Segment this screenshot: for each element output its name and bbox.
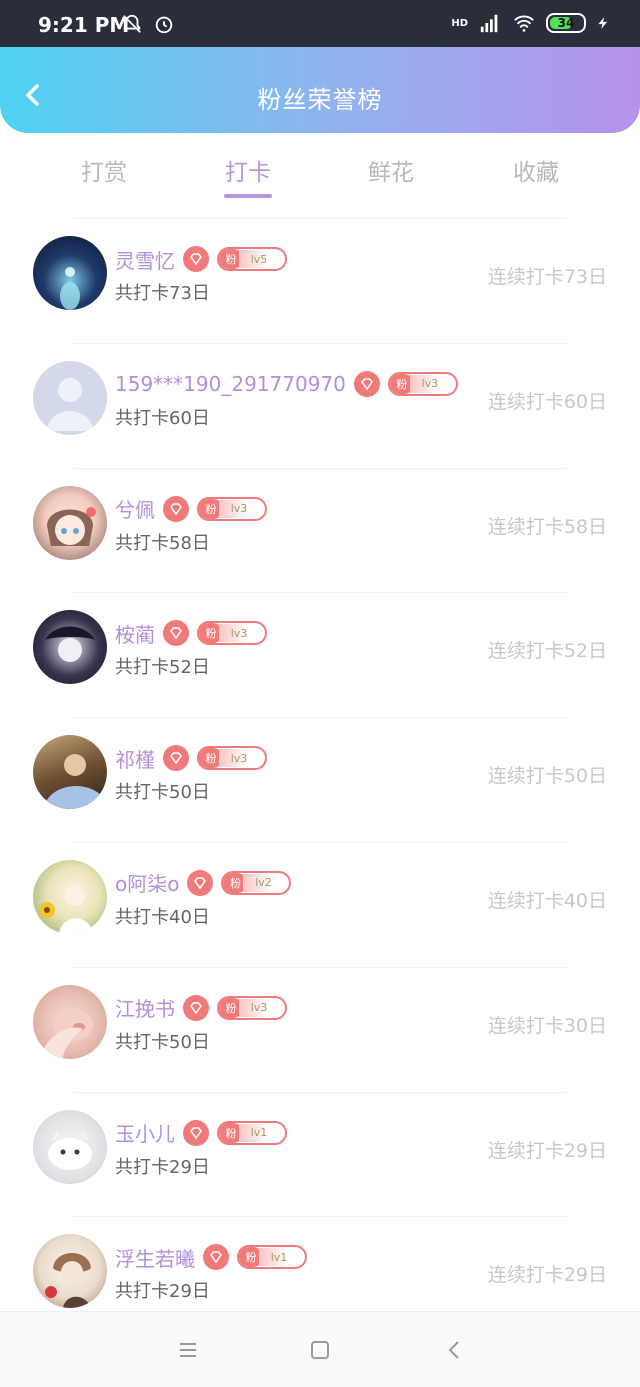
streak-days: 连续打卡60日 bbox=[487, 390, 607, 413]
diamond-icon bbox=[183, 246, 209, 272]
user-name[interactable]: 祁槿 bbox=[115, 744, 155, 773]
wifi-icon bbox=[514, 15, 534, 32]
menu-icon[interactable] bbox=[176, 1338, 200, 1362]
list-item[interactable]: 江挽书 粉 lv3 共打卡50日 连续打卡30日 bbox=[0, 968, 640, 1093]
total-checkin-count: 共打卡50日 bbox=[115, 782, 210, 804]
back-triangle-icon[interactable] bbox=[443, 1338, 467, 1362]
battery-icon: 34 bbox=[546, 13, 586, 33]
fan-level-badge: 粉 lv1 bbox=[217, 1120, 287, 1145]
user-name[interactable]: o阿柒o bbox=[115, 868, 179, 897]
charging-icon bbox=[598, 17, 608, 29]
diamond-icon bbox=[163, 745, 189, 772]
total-checkin-count: 共打卡52日 bbox=[115, 657, 210, 679]
fan-level-badge: 粉 lv3 bbox=[197, 496, 267, 521]
bell-off-icon bbox=[123, 14, 141, 33]
user-name[interactable]: 江挽书 bbox=[115, 993, 175, 1022]
streak-days: 连续打卡29日 bbox=[487, 1139, 607, 1162]
status-bar: 9:21 PM HD 34 bbox=[0, 0, 640, 47]
active-tab-indicator bbox=[224, 194, 272, 198]
fan-level: lv3 bbox=[230, 626, 248, 640]
total-checkin-count: 共打卡29日 bbox=[115, 1281, 210, 1303]
tab-checkin[interactable]: 打卡 bbox=[198, 153, 298, 187]
signal-icon bbox=[480, 14, 498, 33]
fan-level: lv2 bbox=[255, 876, 272, 890]
diamond-icon bbox=[163, 495, 189, 522]
avatar[interactable] bbox=[33, 984, 107, 1059]
diamond-icon bbox=[353, 370, 380, 397]
tab-flowers[interactable]: 鲜花 bbox=[341, 153, 441, 187]
streak-days: 连续打卡52日 bbox=[487, 640, 607, 663]
list-item[interactable]: o阿柒o 粉 lv2 共打卡40日 连续打卡40日 bbox=[0, 843, 640, 968]
avatar[interactable] bbox=[33, 1234, 107, 1309]
status-time: 9:21 PM bbox=[38, 13, 130, 37]
diamond-icon bbox=[187, 869, 214, 896]
user-name[interactable]: 桉蔺 bbox=[115, 619, 155, 648]
fan-level: lv1 bbox=[270, 1250, 288, 1264]
list-item[interactable]: 灵雪忆 粉 lv5 共打卡73日 连续打卡73日 bbox=[0, 219, 640, 344]
fan-level-badge: 粉 lv3 bbox=[387, 371, 458, 396]
user-name[interactable]: 159***190_291770970 bbox=[115, 372, 346, 396]
total-checkin-count: 共打卡60日 bbox=[115, 407, 210, 429]
list-item[interactable]: 玉小儿 粉 lv1 共打卡29日 连续打卡29日 bbox=[0, 1093, 640, 1218]
streak-days: 连续打卡73日 bbox=[487, 266, 607, 288]
user-name[interactable]: 浮生若曦 bbox=[115, 1243, 195, 1272]
avatar[interactable] bbox=[33, 1109, 107, 1184]
fan-level: lv5 bbox=[250, 252, 268, 266]
fan-level: lv3 bbox=[230, 502, 248, 516]
streak-days: 连续打卡58日 bbox=[487, 515, 607, 538]
streak-days: 连续打卡29日 bbox=[487, 1264, 607, 1287]
avatar[interactable] bbox=[33, 859, 107, 934]
total-checkin-count: 共打卡40日 bbox=[115, 906, 210, 928]
total-checkin-count: 共打卡29日 bbox=[115, 1156, 210, 1178]
streak-days: 连续打卡30日 bbox=[487, 1014, 607, 1037]
streak-days: 连续打卡50日 bbox=[487, 765, 607, 788]
page-title: 粉丝荣誉榜 bbox=[257, 86, 383, 114]
avatar[interactable] bbox=[33, 360, 107, 435]
diamond-icon bbox=[203, 1244, 229, 1271]
fan-level-badge: 粉 lv5 bbox=[217, 247, 287, 271]
fan-level: lv3 bbox=[250, 1001, 268, 1015]
tab-bar: 打赏 打卡 鲜花 收藏 bbox=[0, 133, 640, 219]
avatar[interactable] bbox=[33, 236, 107, 310]
fan-level: lv3 bbox=[421, 377, 439, 391]
total-checkin-count: 共打卡58日 bbox=[115, 532, 210, 554]
list-item[interactable]: 兮佩 粉 lv3 共打卡58日 连续打卡58日 bbox=[0, 469, 640, 594]
user-name[interactable]: 灵雪忆 bbox=[115, 245, 175, 274]
home-square-icon[interactable] bbox=[308, 1338, 332, 1362]
fan-level-badge: 粉 lv3 bbox=[217, 995, 287, 1020]
fan-level-badge: 粉 lv3 bbox=[197, 746, 267, 771]
list-item[interactable]: 祁槿 粉 lv3 共打卡50日 连续打卡50日 bbox=[0, 718, 640, 843]
diamond-icon bbox=[183, 994, 209, 1021]
fan-level: lv1 bbox=[250, 1126, 268, 1140]
fan-level: lv3 bbox=[230, 751, 248, 765]
alarm-icon bbox=[155, 16, 173, 34]
network-label: HD bbox=[451, 17, 468, 29]
tab-reward[interactable]: 打赏 bbox=[54, 153, 154, 187]
avatar[interactable] bbox=[33, 485, 107, 560]
app-header: 9:21 PM HD 34 粉丝荣誉榜 bbox=[0, 0, 640, 133]
list-item[interactable]: 159***190_291770970 粉 lv3 共打卡60日 连续打卡60日 bbox=[0, 344, 640, 469]
tab-favorites[interactable]: 收藏 bbox=[486, 153, 586, 187]
diamond-icon bbox=[183, 1119, 209, 1146]
fan-level-badge: 粉 lv1 bbox=[237, 1245, 307, 1270]
avatar[interactable] bbox=[33, 735, 107, 810]
diamond-icon bbox=[163, 620, 189, 647]
user-name[interactable]: 兮佩 bbox=[115, 494, 155, 523]
fan-level-badge: 粉 lv3 bbox=[197, 621, 267, 646]
streak-days: 连续打卡40日 bbox=[487, 889, 607, 912]
total-checkin-count: 共打卡73日 bbox=[115, 283, 210, 304]
total-checkin-count: 共打卡50日 bbox=[115, 1031, 210, 1053]
user-name[interactable]: 玉小儿 bbox=[115, 1118, 175, 1147]
checkin-list: 灵雪忆 粉 lv5 共打卡73日 连续打卡73日 159***190_29177… bbox=[0, 219, 640, 1342]
avatar[interactable] bbox=[33, 610, 107, 685]
list-item[interactable]: 桉蔺 粉 lv3 共打卡52日 连续打卡52日 bbox=[0, 593, 640, 719]
system-nav-bar bbox=[0, 1311, 640, 1387]
fan-level-badge: 粉 lv2 bbox=[221, 870, 292, 895]
battery-level: 34 bbox=[557, 16, 575, 30]
